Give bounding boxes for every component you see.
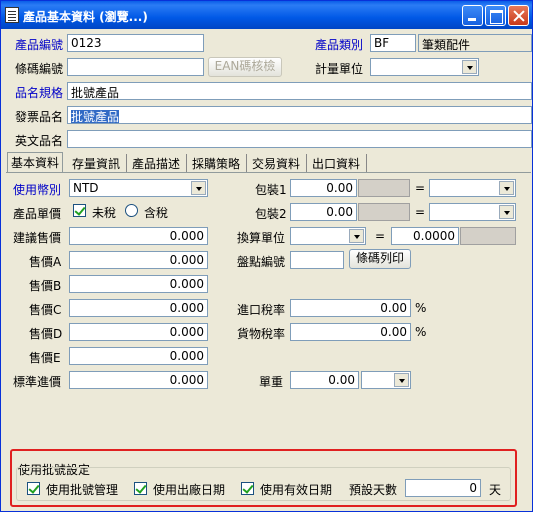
pack1-field[interactable]: 0.00 (290, 179, 357, 197)
spec-label: 品名規格 (15, 86, 64, 100)
english-name-field[interactable] (67, 130, 532, 148)
import-tax-unit: % (415, 301, 427, 315)
chevron-down-icon[interactable] (462, 60, 477, 74)
product-code-field[interactable]: 0123 (67, 34, 204, 52)
conv-unit-field (460, 227, 516, 245)
use-exp-date-label: 使用有效日期 (260, 483, 333, 497)
use-mfg-date-checkbox[interactable] (134, 482, 147, 495)
price-c-label: 售價C (29, 303, 62, 317)
goods-tax-field[interactable]: 0.00 (290, 323, 411, 341)
minimize-button[interactable] (462, 5, 483, 26)
price-e-label: 售價E (29, 351, 61, 365)
pack1-equals: = (415, 181, 426, 195)
barcode-label: 條碼編號 (15, 62, 64, 76)
tab-export[interactable]: 出口資料 (309, 154, 367, 172)
use-mfg-date-label: 使用出廠日期 (153, 483, 226, 497)
invoice-name-label: 發票品名 (15, 110, 64, 124)
invoice-name-value: 批號產品 (71, 110, 120, 124)
price-d-label: 售價D (29, 327, 63, 341)
batch-settings-group: 使用批號設定 (10, 449, 517, 507)
unit-weight-unit-select[interactable] (361, 371, 411, 389)
document-icon (5, 7, 19, 23)
window-title: 產品基本資料 (瀏覽...) (23, 10, 148, 24)
currency-value: NTD (73, 181, 99, 195)
tax-excluded-radio[interactable] (73, 204, 86, 217)
unit-label: 計量單位 (315, 62, 364, 76)
spec-field[interactable]: 批號產品 (67, 82, 532, 100)
std-cost-field[interactable]: 0.000 (69, 371, 208, 389)
unit-weight-label: 單重 (259, 375, 284, 389)
pack2-unit-field (358, 203, 410, 221)
goods-tax-label: 貨物稅率 (237, 327, 286, 341)
tab-description[interactable]: 產品描述 (129, 154, 187, 172)
tax-included-label: 含稅 (144, 206, 169, 220)
price-e-field[interactable]: 0.000 (69, 347, 208, 365)
default-days-unit: 天 (489, 483, 502, 497)
tax-excluded-label: 未稅 (92, 206, 117, 220)
english-name-label: 英文品名 (15, 134, 64, 148)
close-button[interactable] (508, 5, 529, 26)
price-b-field[interactable]: 0.000 (69, 275, 208, 293)
conv-value-field[interactable]: 0.0000 (391, 227, 459, 245)
price-tax-label: 產品單價 (13, 207, 62, 221)
invoice-name-field[interactable]: 批號產品 (67, 106, 532, 124)
currency-select[interactable]: NTD (69, 179, 208, 197)
tab-purchase[interactable]: 採購策略 (189, 154, 247, 172)
conv-unit-select[interactable] (290, 227, 366, 245)
price-a-field[interactable]: 0.000 (69, 251, 208, 269)
chevron-down-icon[interactable] (394, 373, 409, 387)
suggested-price-label: 建議售價 (13, 231, 62, 245)
conv-unit-label: 換算單位 (237, 231, 286, 245)
use-batch-checkbox[interactable] (27, 482, 40, 495)
unit-select[interactable] (370, 58, 479, 76)
default-days-field[interactable]: 0 (405, 479, 481, 497)
pack2-equals: = (415, 205, 426, 219)
default-days-label: 預設天數 (349, 483, 398, 497)
goods-tax-unit: % (415, 325, 427, 339)
std-cost-label: 標準進價 (13, 375, 62, 389)
ean-check-button[interactable]: EAN碼核檢 (208, 57, 282, 77)
product-code-label: 產品編號 (15, 38, 64, 52)
pack2-label: 包裝2 (255, 207, 287, 221)
barcode-print-button[interactable]: 條碼列印 (349, 249, 411, 269)
pack1-unit-select[interactable] (429, 179, 516, 197)
chevron-down-icon[interactable] (499, 181, 514, 195)
pack1-label: 包裝1 (255, 183, 287, 197)
import-tax-label: 進口稅率 (237, 303, 286, 317)
inventory-code-label: 盤點編號 (237, 255, 286, 269)
chevron-down-icon[interactable] (191, 181, 206, 195)
use-exp-date-checkbox[interactable] (241, 482, 254, 495)
title-bar[interactable]: 產品基本資料 (瀏覽...) (1, 1, 532, 29)
unit-weight-field[interactable]: 0.00 (290, 371, 359, 389)
price-a-label: 售價A (29, 255, 62, 269)
barcode-field[interactable] (67, 58, 204, 76)
product-category-label: 產品類別 (315, 38, 364, 52)
price-d-field[interactable]: 0.000 (69, 323, 208, 341)
import-tax-field[interactable]: 0.00 (290, 299, 411, 317)
tab-stock[interactable]: 存量資訊 (69, 154, 127, 172)
pack1-unit-field (358, 179, 410, 197)
chevron-down-icon[interactable] (349, 229, 364, 243)
conv-equals: = (375, 229, 386, 243)
use-batch-label: 使用批號管理 (46, 483, 119, 497)
product-window: 產品基本資料 (瀏覽...) 產品編號 0123 產品類別 BF 筆類配件 條碼… (0, 0, 533, 512)
pack2-unit-select[interactable] (429, 203, 516, 221)
maximize-button[interactable] (485, 5, 506, 26)
price-b-label: 售價B (29, 279, 62, 293)
tax-included-radio[interactable] (125, 204, 138, 217)
tab-transaction[interactable]: 交易資料 (249, 154, 307, 172)
tab-basic[interactable]: 基本資料 (7, 152, 63, 173)
product-category-code-field[interactable]: BF (370, 34, 416, 52)
inventory-code-field[interactable] (290, 251, 344, 269)
price-c-field[interactable]: 0.000 (69, 299, 208, 317)
product-category-name-field: 筆類配件 (418, 34, 532, 52)
suggested-price-field[interactable]: 0.000 (69, 227, 208, 245)
pack2-field[interactable]: 0.00 (290, 203, 357, 221)
chevron-down-icon[interactable] (499, 205, 514, 219)
currency-label: 使用幣別 (13, 183, 62, 197)
